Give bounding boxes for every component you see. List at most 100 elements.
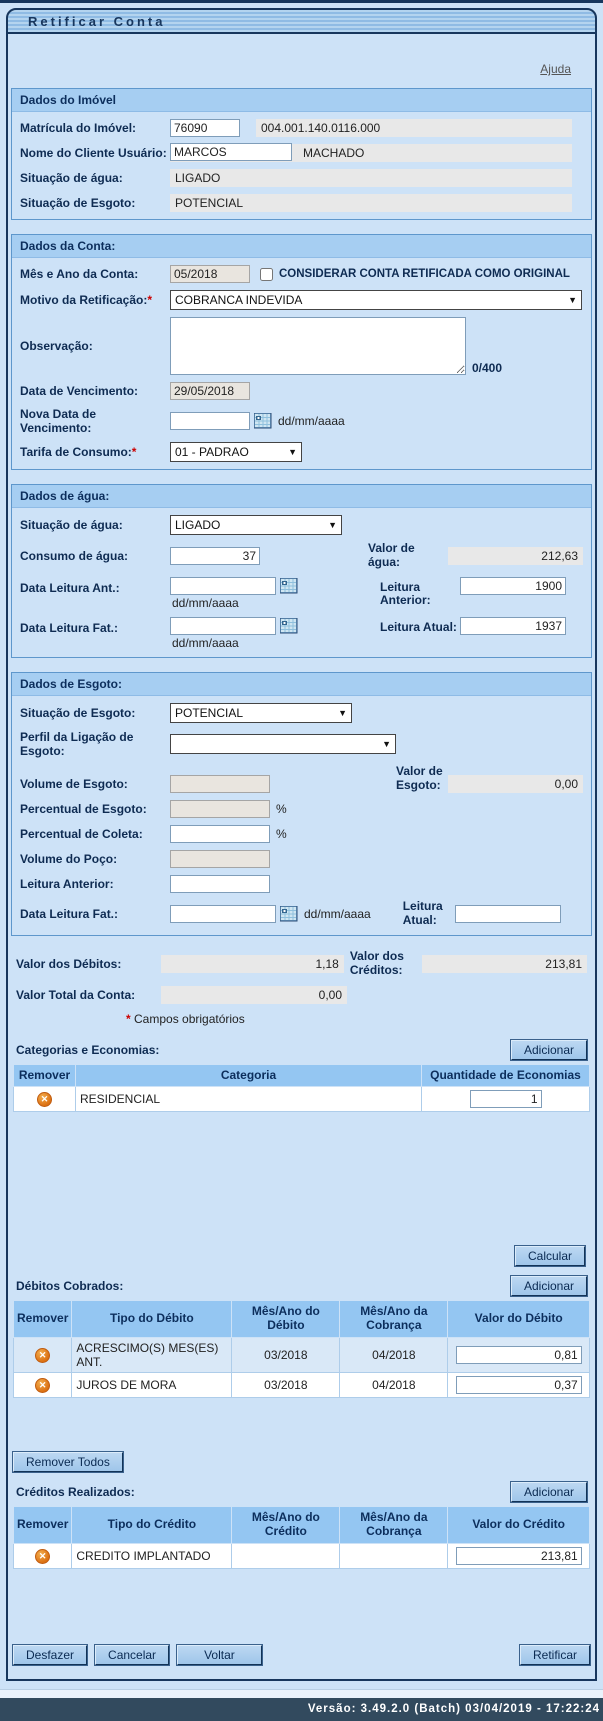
adicionar-credito-button[interactable]: Adicionar: [511, 1482, 587, 1502]
desfazer-button[interactable]: Desfazer: [13, 1645, 87, 1665]
dropdown-arrow-icon: ▼: [382, 739, 391, 749]
mes-cobranca-cell: [340, 1543, 448, 1568]
cliente-nome-input[interactable]: [170, 143, 292, 161]
page-title: Retificar Conta: [6, 8, 597, 34]
leitura-anterior-esgoto-label: Leitura Anterior:: [20, 877, 170, 891]
mes-debito-cell: 03/2018: [232, 1372, 340, 1397]
calcular-button[interactable]: Calcular: [515, 1246, 585, 1266]
cliente-strip: MACHADO: [170, 144, 572, 162]
leitura-atual-agua-input[interactable]: [460, 617, 566, 635]
vencimento-input: [170, 382, 250, 400]
leitura-atual-esgoto-input[interactable]: [455, 905, 561, 923]
version-footer: Versão: 3.49.2.0 (Batch) 03/04/2019 - 17…: [0, 1698, 603, 1721]
tarifa-select[interactable]: 01 - PADRAO ▼: [170, 442, 302, 462]
valor-total-label: Valor Total da Conta:: [16, 988, 161, 1002]
consumo-input[interactable]: [170, 547, 260, 565]
data-leitura-fat-agua-label: Data Leitura Fat.:: [20, 617, 170, 635]
mes-ano-label: Mês e Ano da Conta:: [20, 267, 170, 281]
date-format-hint: dd/mm/aaaa: [304, 907, 371, 921]
col-remover: Remover: [14, 1301, 72, 1338]
col-mes-debito: Mês/Ano do Débito: [232, 1301, 340, 1338]
voltar-button[interactable]: Voltar: [177, 1645, 262, 1665]
dropdown-arrow-icon: ▼: [568, 295, 577, 305]
calendar-icon[interactable]: [254, 413, 272, 429]
situacao-esgoto-value: POTENCIAL: [170, 194, 572, 212]
col-qtd-economias: Quantidade de Economias: [422, 1064, 590, 1087]
nova-vencimento-input[interactable]: [170, 412, 250, 430]
valor-credito-input[interactable]: [456, 1547, 582, 1565]
required-asterisk: *: [147, 293, 152, 307]
date-format-hint: dd/mm/aaaa: [172, 636, 298, 650]
perfil-ligacao-label: Perfil da Ligação de Esgoto:: [20, 730, 170, 759]
col-valor-credito: Valor do Crédito: [448, 1506, 590, 1543]
percentual-esgoto-input: [170, 800, 270, 818]
remove-icon[interactable]: ✕: [35, 1348, 50, 1363]
required-asterisk: *: [126, 1012, 131, 1026]
calendar-icon[interactable]: [280, 618, 298, 634]
footer-divider: [0, 1689, 603, 1698]
categorias-table: Remover Categoria Quantidade de Economia…: [13, 1064, 590, 1113]
calendar-icon[interactable]: [280, 578, 298, 594]
motivo-select[interactable]: COBRANCA INDEVIDA ▼: [170, 290, 582, 310]
volume-poco-label: Volume do Poço:: [20, 852, 170, 866]
leitura-anterior-agua-input[interactable]: [460, 577, 566, 595]
data-leitura-ant-input[interactable]: [170, 577, 276, 595]
leitura-anterior-esgoto-input[interactable]: [170, 875, 270, 893]
content-frame: Ajuda Dados do Imóvel Matrícula do Imóve…: [6, 34, 597, 1681]
data-leitura-fat-agua-input[interactable]: [170, 617, 276, 635]
mes-credito-cell: [232, 1543, 340, 1568]
quantidade-economias-input[interactable]: [470, 1090, 542, 1108]
percent-sign: %: [276, 827, 287, 841]
col-mes-credito: Mês/Ano do Crédito: [232, 1506, 340, 1543]
mes-ano-input: [170, 265, 250, 283]
observacao-textarea[interactable]: [170, 317, 466, 375]
table-row: ✕ ACRESCIMO(S) MES(ES) ANT. 03/2018 04/2…: [14, 1337, 590, 1372]
col-remover: Remover: [14, 1506, 72, 1543]
cancelar-button[interactable]: Cancelar: [95, 1645, 169, 1665]
remove-icon[interactable]: ✕: [35, 1549, 50, 1564]
categorias-label: Categorias e Economias:: [16, 1043, 159, 1057]
percent-sign: %: [276, 802, 287, 816]
situacao-agua-label: Situação de água:: [20, 171, 170, 185]
categoria-cell: RESIDENCIAL: [76, 1087, 422, 1112]
required-asterisk: *: [132, 445, 137, 459]
mes-cobranca-cell: 04/2018: [340, 1337, 448, 1372]
situacao-esgoto-label: Situação de Esgoto:: [20, 196, 170, 210]
section-dados-esgoto: Dados de Esgoto: Situação de Esgoto: POT…: [11, 672, 592, 936]
percentual-esgoto-label: Percentual de Esgoto:: [20, 802, 170, 816]
leitura-anterior-agua-label: Leitura Anterior:: [380, 577, 460, 609]
cliente-label: Nome do Cliente Usuário:: [20, 146, 170, 160]
debitos-table: Remover Tipo do Débito Mês/Ano do Débito…: [13, 1300, 590, 1398]
considerar-original-checkbox[interactable]: [260, 268, 273, 281]
remove-icon[interactable]: ✕: [35, 1378, 50, 1393]
valor-debitos-value: 1,18: [161, 955, 344, 973]
percentual-coleta-input[interactable]: [170, 825, 270, 843]
date-format-hint: dd/mm/aaaa: [172, 596, 298, 610]
agua-situacao-select[interactable]: LIGADO ▼: [170, 515, 342, 535]
remove-icon[interactable]: ✕: [37, 1092, 52, 1107]
section-header-conta: Dados da Conta:: [12, 235, 591, 258]
remover-todos-button[interactable]: Remover Todos: [13, 1452, 123, 1472]
valor-debitos-label: Valor dos Débitos:: [16, 957, 161, 971]
calendar-icon[interactable]: [280, 906, 298, 922]
tarifa-label: Tarifa de Consumo:*: [20, 445, 170, 459]
section-dados-imovel: Dados do Imóvel Matrícula do Imóvel: 004…: [11, 88, 592, 220]
adicionar-categoria-button[interactable]: Adicionar: [511, 1040, 587, 1060]
data-leitura-fat-esgoto-input[interactable]: [170, 905, 276, 923]
matricula-input[interactable]: [170, 119, 240, 137]
retificar-button[interactable]: Retificar: [520, 1645, 590, 1665]
col-tipo-debito: Tipo do Débito: [72, 1301, 232, 1338]
col-categoria: Categoria: [76, 1064, 422, 1087]
leitura-atual-agua-label: Leitura Atual:: [380, 617, 460, 635]
esgoto-situacao-select[interactable]: POTENCIAL ▼: [170, 703, 352, 723]
help-link[interactable]: Ajuda: [540, 62, 571, 76]
mes-cobranca-cell: 04/2018: [340, 1372, 448, 1397]
perfil-ligacao-select[interactable]: ▼: [170, 734, 396, 754]
section-dados-agua: Dados de água: Situação de água: LIGADO …: [11, 484, 592, 658]
valor-debito-input[interactable]: [456, 1376, 582, 1394]
debitos-label: Débitos Cobrados:: [16, 1279, 123, 1293]
valor-agua-label: Valor de água:: [368, 542, 448, 570]
adicionar-debito-button[interactable]: Adicionar: [511, 1276, 587, 1296]
volume-poco-input: [170, 850, 270, 868]
valor-debito-input[interactable]: [456, 1346, 582, 1364]
